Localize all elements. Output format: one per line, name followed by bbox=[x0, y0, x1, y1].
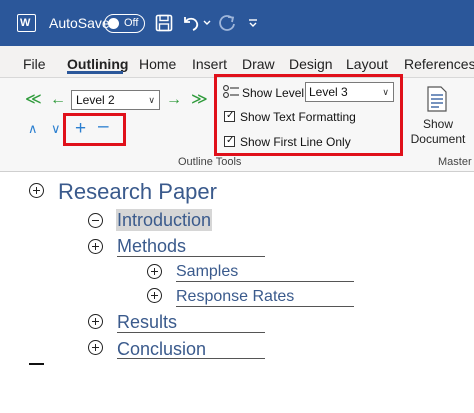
tab-outlining[interactable]: Outlining bbox=[67, 56, 128, 72]
expand-outline-icon[interactable] bbox=[29, 183, 44, 198]
toggle-knob bbox=[108, 17, 119, 29]
collapse-icon[interactable]: – bbox=[98, 117, 109, 136]
tab-design[interactable]: Design bbox=[289, 56, 333, 72]
title-bar: W AutoSave Off bbox=[0, 0, 474, 46]
show-document-label-line1: Show bbox=[422, 117, 454, 131]
show-document-icon[interactable] bbox=[426, 86, 448, 112]
autosave-label: AutoSave bbox=[49, 15, 110, 31]
outline-level-dropdown[interactable]: Level 2 ∨ bbox=[71, 90, 160, 110]
redo-icon[interactable] bbox=[217, 13, 237, 33]
collapsed-content-underline bbox=[176, 306, 354, 307]
show-first-line-only-checkbox[interactable]: ✓ bbox=[224, 135, 235, 147]
show-text-formatting-checkbox[interactable]: ✓ bbox=[224, 110, 235, 122]
word-app-icon: W bbox=[17, 14, 36, 32]
promote-to-heading1-icon[interactable]: ≪ bbox=[25, 92, 42, 108]
autosave-toggle[interactable]: Off bbox=[104, 14, 145, 33]
group-outline-tools-label: Outline Tools bbox=[178, 156, 242, 168]
show-level-icon bbox=[223, 85, 239, 98]
collapse-outline-icon[interactable] bbox=[88, 213, 103, 228]
expand-outline-icon[interactable] bbox=[147, 264, 162, 279]
outline-heading-response-rates[interactable]: Response Rates bbox=[176, 289, 294, 305]
expand-collapse-highlight bbox=[63, 113, 126, 146]
outline-level-value: Level 2 bbox=[76, 93, 115, 107]
show-first-line-only-label: Show First Line Only bbox=[240, 135, 351, 149]
collapsed-content-underline bbox=[117, 332, 265, 333]
group-master-label: Master bbox=[438, 156, 472, 168]
checkmark-icon: ✓ bbox=[226, 110, 235, 121]
demote-icon[interactable]: → bbox=[166, 92, 182, 108]
collapsed-content-underline bbox=[117, 358, 265, 359]
move-up-icon[interactable]: ∧ bbox=[28, 121, 38, 137]
demote-to-body-icon[interactable]: ≫ bbox=[191, 92, 208, 108]
chevron-down-icon: ∨ bbox=[148, 95, 155, 105]
show-text-formatting-label: Show Text Formatting bbox=[240, 110, 356, 124]
show-level-dropdown[interactable]: Level 3 ∨ bbox=[305, 82, 394, 102]
text-cursor bbox=[29, 363, 44, 365]
chevron-down-icon: ∨ bbox=[382, 87, 389, 97]
show-document-button[interactable]: Show Document bbox=[408, 117, 468, 147]
active-tab-underline bbox=[67, 71, 123, 74]
autosave-state: Off bbox=[124, 17, 139, 29]
outline-heading-conclusion[interactable]: Conclusion bbox=[117, 340, 206, 358]
promote-icon[interactable]: ← bbox=[50, 92, 66, 108]
undo-icon[interactable] bbox=[181, 14, 201, 32]
collapsed-content-underline bbox=[117, 256, 265, 257]
show-document-label-line2: Document bbox=[410, 132, 466, 146]
expand-outline-icon[interactable] bbox=[88, 314, 103, 329]
expand-icon[interactable]: + bbox=[75, 119, 86, 138]
tab-file[interactable]: File bbox=[23, 56, 46, 72]
expand-outline-icon[interactable] bbox=[88, 340, 103, 355]
outline-heading-methods[interactable]: Methods bbox=[117, 237, 186, 255]
word-app-icon-letter: W bbox=[20, 17, 31, 29]
tab-layout[interactable]: Layout bbox=[346, 56, 388, 72]
show-level-label: Show Level: bbox=[242, 86, 308, 100]
move-down-icon[interactable]: ∨ bbox=[51, 121, 61, 137]
customize-toolbar-icon[interactable] bbox=[248, 19, 258, 28]
expand-outline-icon[interactable] bbox=[147, 288, 162, 303]
tab-references[interactable]: References bbox=[404, 56, 474, 72]
collapsed-content-underline bbox=[176, 281, 354, 282]
checkmark-icon: ✓ bbox=[226, 135, 235, 146]
tab-home[interactable]: Home bbox=[139, 56, 176, 72]
tab-draw[interactable]: Draw bbox=[242, 56, 275, 72]
outline-heading-results[interactable]: Results bbox=[117, 313, 177, 331]
expand-outline-icon[interactable] bbox=[88, 239, 103, 254]
outline-heading-introduction[interactable]: Introduction bbox=[116, 209, 213, 231]
show-level-value: Level 3 bbox=[309, 85, 348, 99]
outline-heading-research-paper[interactable]: Research Paper bbox=[58, 181, 217, 203]
outline-heading-samples[interactable]: Samples bbox=[176, 264, 238, 280]
undo-dropdown-icon[interactable] bbox=[203, 20, 211, 26]
save-icon[interactable] bbox=[155, 14, 173, 32]
tab-insert[interactable]: Insert bbox=[192, 56, 227, 72]
